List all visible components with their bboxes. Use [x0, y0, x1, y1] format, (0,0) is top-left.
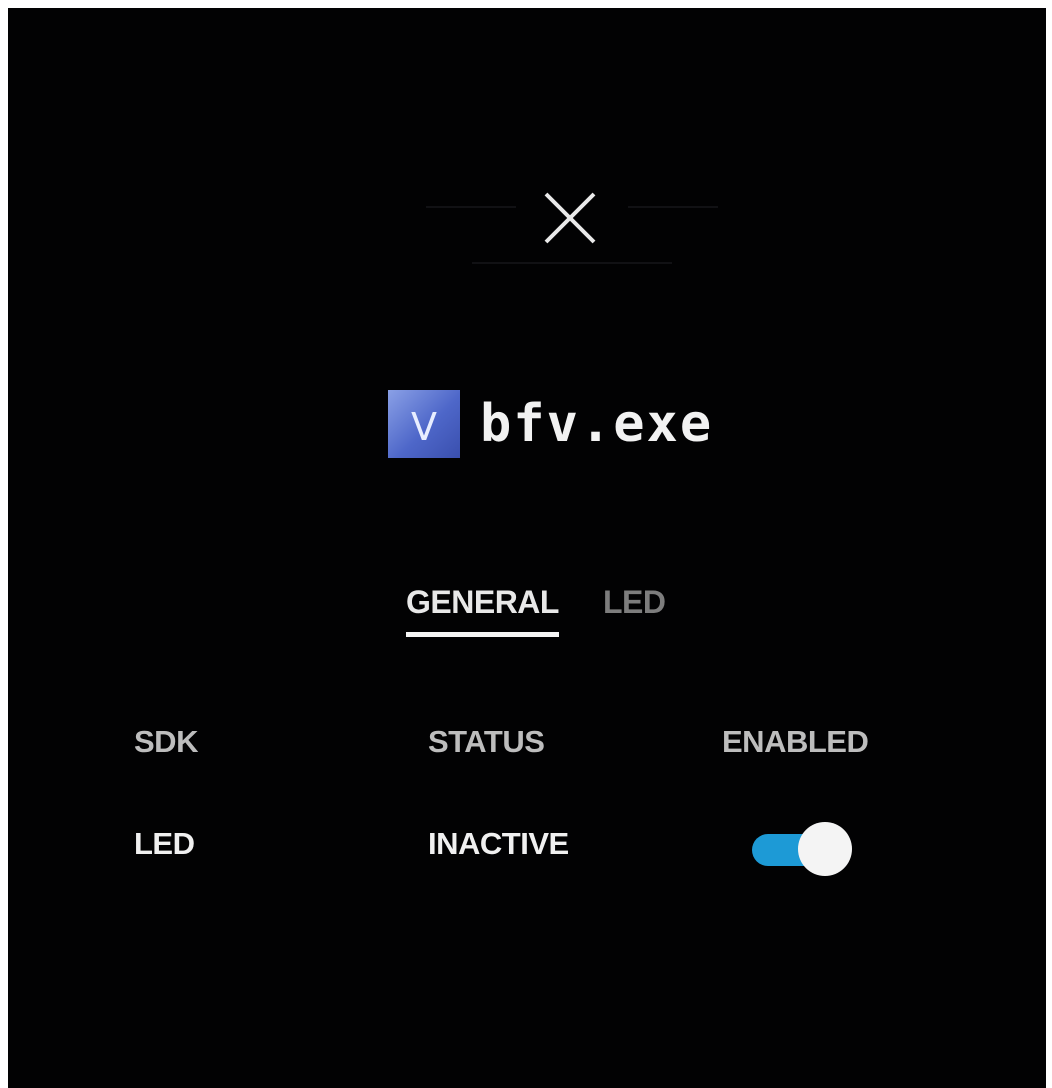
divider [472, 262, 672, 264]
toggle-knob [798, 822, 852, 876]
app-title: V bfv.exe [388, 388, 713, 460]
tab-led[interactable]: LED [603, 584, 666, 637]
top-hint-text [468, 140, 668, 156]
row-sdk-name: LED [134, 826, 195, 861]
row-status-value: INACTIVE [428, 826, 569, 861]
close-icon [544, 192, 596, 244]
column-header-enabled: ENABLED [722, 724, 869, 759]
app-name: bfv.exe [480, 394, 714, 454]
app-logo-letter: V [411, 405, 437, 446]
close-button[interactable] [540, 188, 600, 248]
divider [628, 206, 718, 208]
app-logo-icon: V [388, 390, 460, 458]
column-header-sdk: SDK [134, 724, 198, 759]
tab-bar: GENERAL LED [406, 584, 666, 637]
tab-general[interactable]: GENERAL [406, 584, 559, 637]
column-header-status: STATUS [428, 724, 545, 759]
enabled-toggle[interactable] [752, 822, 852, 878]
divider [426, 206, 516, 208]
app-window [8, 8, 1046, 1088]
